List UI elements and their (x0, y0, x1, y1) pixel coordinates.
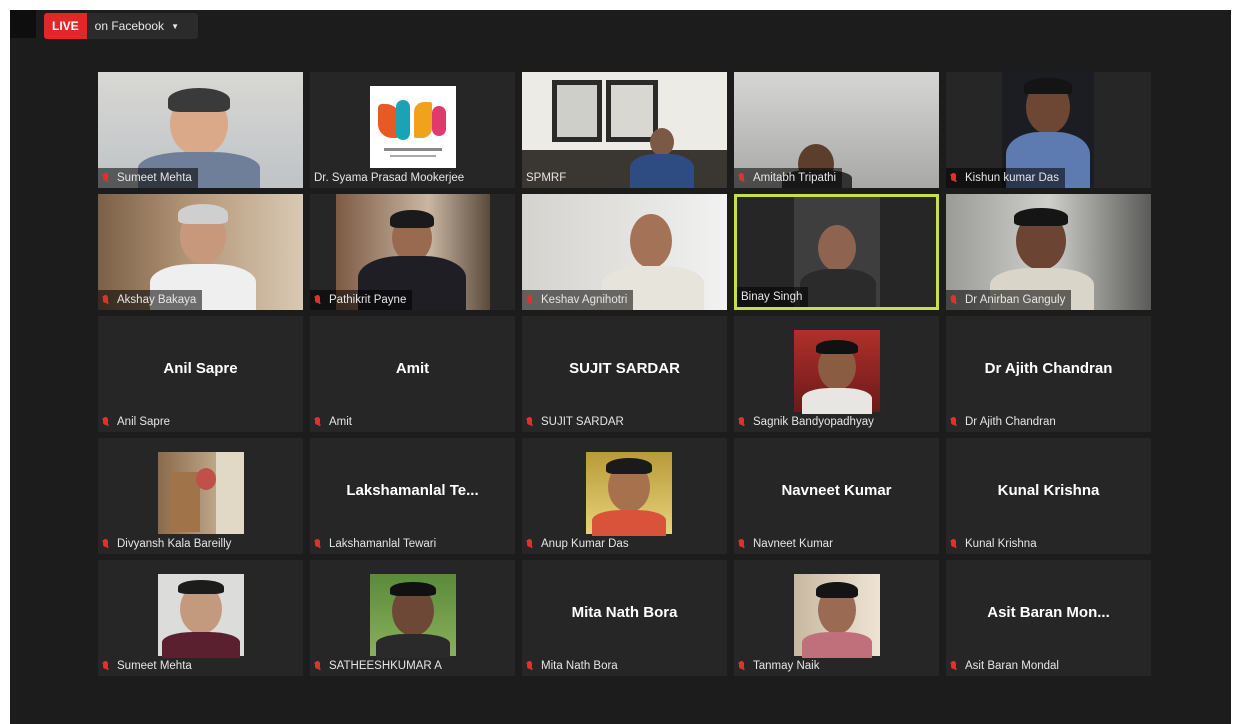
gallery-grid: Sumeet Mehta Dr. Syama Prasad Mookerjee (98, 72, 1151, 676)
participant-name-label: Anup Kumar Das (522, 534, 635, 554)
participant-tile[interactable]: Divyansh Kala Bareilly (98, 438, 303, 554)
muted-mic-icon (526, 660, 533, 672)
participant-tile[interactable]: Asit Baran Mon... Asit Baran Mondal (946, 560, 1151, 676)
participant-name-label: Lakshamanlal Tewari (310, 534, 442, 554)
muted-mic-icon (102, 172, 109, 184)
participant-display-name: Lakshamanlal Te... (346, 482, 479, 499)
participant-display-name: Dr Ajith Chandran (984, 360, 1113, 377)
participant-tile[interactable]: SUJIT SARDAR SUJIT SARDAR (522, 316, 727, 432)
participant-name-label: Dr. Syama Prasad Mookerjee (314, 172, 465, 184)
participant-display-name: Amit (395, 360, 430, 377)
muted-mic-icon (526, 294, 533, 306)
muted-mic-icon (526, 538, 533, 550)
muted-mic-icon (950, 294, 957, 306)
muted-mic-icon (102, 416, 109, 428)
muted-mic-icon (738, 172, 745, 184)
muted-mic-icon (314, 538, 321, 550)
participant-display-name: SUJIT SARDAR (569, 360, 680, 377)
participant-photo (158, 452, 244, 534)
muted-mic-icon (314, 416, 321, 428)
muted-mic-icon (950, 660, 957, 672)
muted-mic-icon (102, 660, 109, 672)
participant-tile[interactable]: Sumeet Mehta (98, 72, 303, 188)
participant-photo (586, 452, 672, 536)
participant-tile[interactable]: Anup Kumar Das (522, 438, 727, 554)
muted-mic-icon (738, 538, 745, 550)
muted-mic-icon (950, 416, 957, 428)
muted-mic-icon (950, 172, 957, 184)
participant-name-label: Amit (310, 412, 358, 432)
muted-mic-icon (102, 538, 109, 550)
participant-tile[interactable]: Tanmay Naik (734, 560, 939, 676)
muted-mic-icon (738, 416, 745, 428)
participant-name-label: Keshav Agnihotri (522, 290, 634, 310)
live-stream-dropdown[interactable]: LIVE on Facebook ▼ (44, 13, 198, 39)
participant-tile[interactable]: SPMRF (522, 72, 727, 188)
participant-name-label: Navneet Kumar (734, 534, 839, 554)
participant-name-label: Sumeet Mehta (98, 656, 198, 676)
muted-mic-icon (314, 294, 321, 306)
participant-name-label: Mita Nath Bora (522, 656, 624, 676)
muted-mic-icon (950, 538, 957, 550)
participant-logo (370, 86, 456, 168)
participant-tile[interactable]: Kishun kumar Das (946, 72, 1151, 188)
participant-display-name: Asit Baran Mon... (987, 604, 1110, 621)
muted-mic-icon (102, 294, 109, 306)
participant-display-name: Navneet Kumar (781, 482, 892, 499)
participant-tile[interactable]: Dr. Syama Prasad Mookerjee (310, 72, 515, 188)
participant-display-name: Anil Sapre (163, 360, 238, 377)
participant-display-name: Mita Nath Bora (571, 604, 678, 621)
participant-name-label: Akshay Bakaya (98, 290, 203, 310)
participant-tile[interactable]: Mita Nath Bora Mita Nath Bora (522, 560, 727, 676)
participant-name-label: Kishun kumar Das (946, 168, 1065, 188)
participant-name-label: SATHEESHKUMAR A (310, 656, 448, 676)
participant-tile[interactable]: Kunal Krishna Kunal Krishna (946, 438, 1151, 554)
participant-tile[interactable]: Anil Sapre Anil Sapre (98, 316, 303, 432)
participant-name-label: SUJIT SARDAR (522, 412, 630, 432)
participant-name-label: SPMRF (526, 172, 567, 184)
participant-tile[interactable]: Amitabh Tripathi (734, 72, 939, 188)
participant-name-label: Amitabh Tripathi (734, 168, 843, 188)
participant-photo (158, 574, 244, 658)
meeting-window: LIVE on Facebook ▼ Sumeet Mehta Dr. Syam… (10, 10, 1231, 724)
participant-tile[interactable]: Keshav Agnihotri (522, 194, 727, 310)
participant-photo (794, 330, 880, 414)
participant-name-label: Sumeet Mehta (98, 168, 198, 188)
participant-name-label: Divyansh Kala Bareilly (98, 534, 237, 554)
muted-mic-icon (526, 416, 533, 428)
participant-name-label: Kunal Krishna (946, 534, 1043, 554)
participant-name-label: Asit Baran Mondal (946, 656, 1065, 676)
live-badge: LIVE (44, 13, 87, 39)
participant-tile[interactable]: Lakshamanlal Te... Lakshamanlal Tewari (310, 438, 515, 554)
participant-display-name: Kunal Krishna (997, 482, 1100, 499)
participant-photo (794, 574, 880, 658)
participant-tile[interactable]: Amit Amit (310, 316, 515, 432)
participant-tile[interactable]: Akshay Bakaya (98, 194, 303, 310)
muted-mic-icon (314, 660, 321, 672)
participant-name-label: Dr Anirban Ganguly (946, 290, 1072, 310)
participant-tile[interactable]: Navneet Kumar Navneet Kumar (734, 438, 939, 554)
chevron-down-icon: ▼ (171, 21, 179, 31)
participant-tile-active-speaker[interactable]: Binay Singh (734, 194, 939, 310)
participant-tile[interactable]: SATHEESHKUMAR A (310, 560, 515, 676)
participant-tile[interactable]: Dr Ajith Chandran Dr Ajith Chandran (946, 316, 1151, 432)
participant-photo (370, 574, 456, 658)
window-corner (10, 10, 36, 38)
participant-tile[interactable]: Dr Anirban Ganguly (946, 194, 1151, 310)
participant-name-label: Tanmay Naik (734, 656, 825, 676)
participant-name-label: Dr Ajith Chandran (946, 412, 1062, 432)
participant-name-label: Sagnik Bandyopadhyay (734, 412, 880, 432)
muted-mic-icon (738, 660, 745, 672)
participant-name-label: Anil Sapre (98, 412, 176, 432)
participant-tile[interactable]: Pathikrit Payne (310, 194, 515, 310)
participant-name-label: Binay Singh (737, 287, 809, 307)
participant-name-label: Pathikrit Payne (310, 290, 413, 310)
participant-tile[interactable]: Sumeet Mehta (98, 560, 303, 676)
participant-tile[interactable]: Sagnik Bandyopadhyay (734, 316, 939, 432)
live-destination-label: on Facebook (94, 19, 165, 33)
